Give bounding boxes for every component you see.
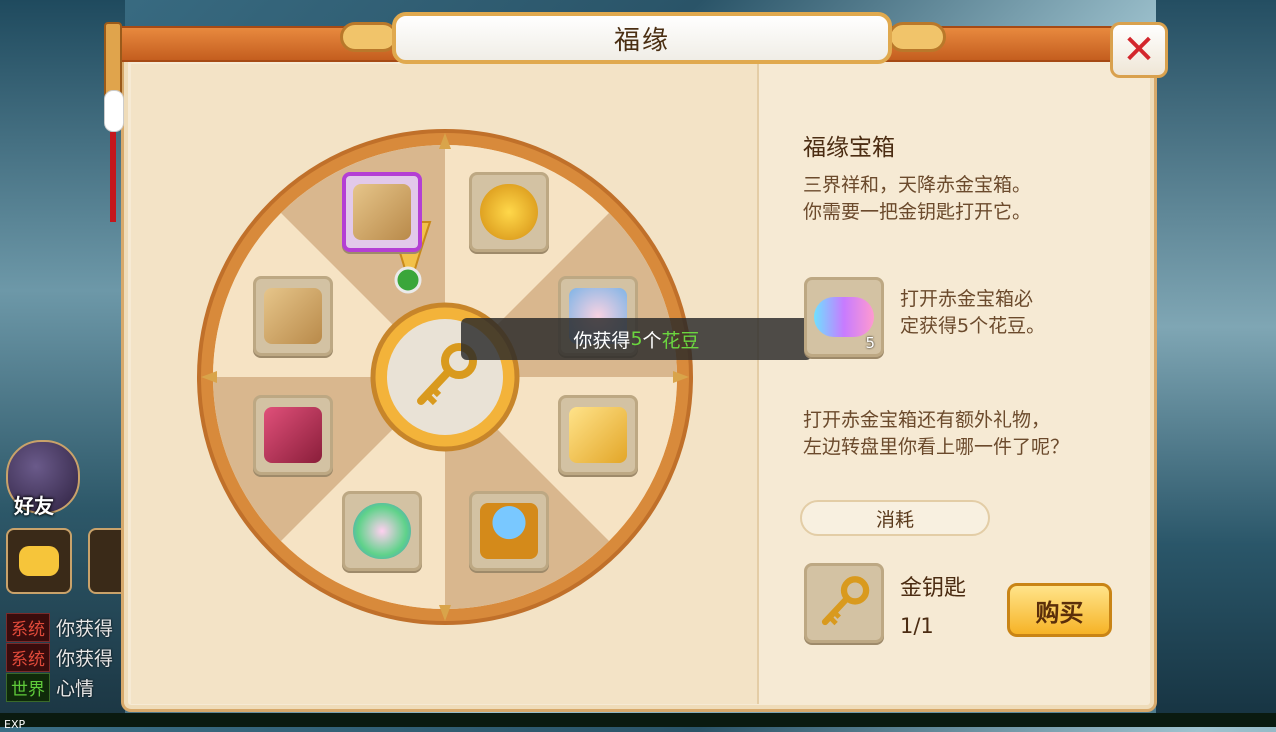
cloud-ornament-right bbox=[888, 22, 946, 52]
extra-gift-description: 打开赤金宝箱还有额外礼物， 左边转盘里你看上哪一件了呢？ bbox=[803, 407, 1143, 461]
reward-slot-huadou[interactable]: 5 bbox=[804, 277, 884, 357]
chat-row: 世界 心情 bbox=[6, 672, 113, 702]
channel-tag-system: 系统 bbox=[6, 642, 50, 672]
scroll-rod bbox=[104, 22, 122, 98]
extra-line: 左边转盘里你看上哪一件了呢？ bbox=[803, 436, 1070, 458]
scroll-icon bbox=[264, 288, 322, 344]
golden-key-icon bbox=[821, 576, 870, 626]
toast-item: 花豆 bbox=[661, 329, 700, 352]
chat-text: 你获得 bbox=[56, 647, 114, 670]
desc-line: 三界祥和，天降赤金宝箱。 bbox=[803, 174, 1032, 196]
tassel-decoration bbox=[104, 90, 124, 230]
channel-tag-world: 世界 bbox=[6, 672, 50, 702]
chat-text: 你获得 bbox=[56, 617, 114, 640]
huadou-icon bbox=[814, 297, 874, 337]
key-count: 1/1 bbox=[900, 614, 934, 638]
chat-row: 系统 你获得 bbox=[6, 612, 113, 642]
close-button[interactable]: ✕ bbox=[1110, 22, 1168, 78]
crystal-ball-icon bbox=[480, 503, 538, 559]
chat-button[interactable] bbox=[6, 528, 72, 594]
cost-label: 消耗 bbox=[800, 500, 990, 536]
key-name: 金钥匙 bbox=[900, 576, 967, 601]
wheel-slot-scroll-2[interactable] bbox=[253, 276, 333, 356]
book-icon bbox=[264, 407, 322, 463]
wheel-slot-scroll[interactable] bbox=[342, 172, 422, 252]
reward-line: 定获得5个花豆。 bbox=[900, 315, 1046, 337]
exp-bar: EXP bbox=[0, 713, 1276, 731]
panel-divider bbox=[757, 64, 759, 704]
chest-description: 三界祥和，天降赤金宝箱。 你需要一把金钥匙打开它。 bbox=[803, 172, 1133, 226]
toast-prefix: 你获得 bbox=[573, 329, 631, 352]
title-plate: 福缘 bbox=[392, 12, 892, 64]
close-icon: ✕ bbox=[1122, 27, 1156, 73]
wheel-slot-dream-coin[interactable] bbox=[469, 172, 549, 252]
desc-line: 你需要一把金钥匙打开它。 bbox=[803, 201, 1032, 223]
dream-coin-icon bbox=[480, 184, 538, 240]
exp-label: EXP bbox=[4, 718, 26, 731]
wheel-slot-book[interactable] bbox=[253, 395, 333, 475]
buy-button[interactable]: 购买 bbox=[1007, 583, 1112, 637]
reward-description: 打开赤金宝箱必 定获得5个花豆。 bbox=[900, 286, 1080, 340]
reward-line: 打开赤金宝箱必 bbox=[900, 288, 1034, 310]
chat-text: 心情 bbox=[56, 677, 95, 700]
channel-tag-system: 系统 bbox=[6, 612, 50, 642]
gourd-icon bbox=[353, 503, 411, 559]
cheese-icon bbox=[569, 407, 627, 463]
chat-bubble-icon bbox=[19, 546, 59, 576]
extra-line: 打开赤金宝箱还有额外礼物， bbox=[803, 409, 1051, 431]
reward-toast: 你获得 5 个花豆 bbox=[461, 318, 812, 360]
friend-label: 好友 bbox=[14, 494, 54, 518]
chat-row: 系统 你获得 bbox=[6, 642, 113, 672]
chest-title: 福缘宝箱 bbox=[803, 135, 895, 161]
game-background-right bbox=[1156, 0, 1276, 727]
panel-title: 福缘 bbox=[613, 25, 670, 56]
wheel-slot-crystal-ball[interactable] bbox=[469, 491, 549, 571]
toast-count: 5 bbox=[630, 328, 643, 350]
cost-item-slot[interactable] bbox=[804, 563, 884, 643]
wheel-slot-cheese[interactable] bbox=[558, 395, 638, 475]
chat-log: 系统 你获得 系统 你获得 世界 心情 bbox=[6, 612, 113, 702]
wheel-slot-gourd[interactable] bbox=[342, 491, 422, 571]
toast-unit: 个 bbox=[642, 329, 662, 352]
cloud-ornament-left bbox=[340, 22, 398, 52]
reward-count: 5 bbox=[865, 334, 875, 352]
scroll-icon bbox=[353, 184, 411, 240]
lucky-wheel bbox=[195, 127, 695, 627]
